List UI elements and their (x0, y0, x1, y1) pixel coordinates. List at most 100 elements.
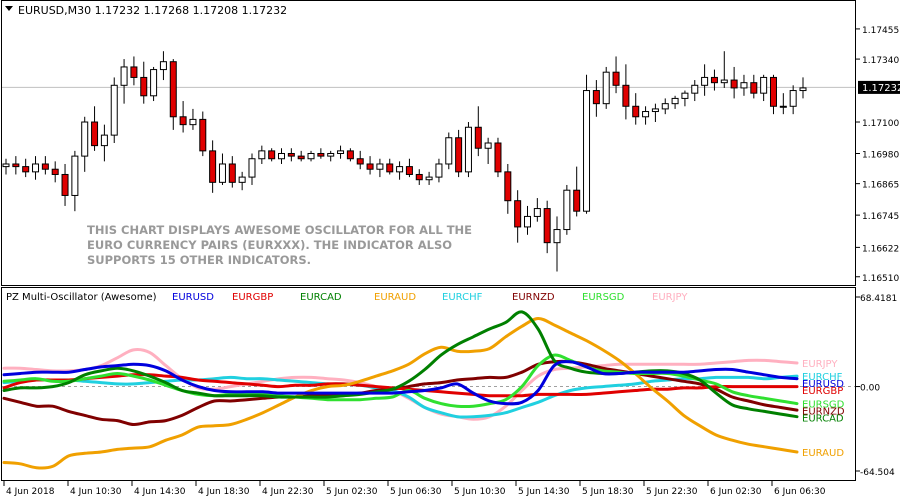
bull-candle-body (81, 121, 89, 157)
bear-candle-body (268, 150, 276, 160)
bull-candle-body (464, 126, 472, 173)
bear-candle-body (51, 168, 59, 175)
bull-candle-body (523, 215, 531, 228)
bear-candle-body (622, 84, 630, 107)
bull-candle-body (691, 84, 699, 94)
time-tick-label: 4 Jun 22:30 (262, 487, 314, 497)
legend-entry-eurnzd: EURNZD (512, 292, 555, 303)
bear-candle-body (22, 166, 30, 173)
price-tick-label: 1.16980 (862, 150, 899, 160)
bear-candle-body (750, 82, 758, 94)
time-tick-label: 4 Jun 10:30 (70, 487, 122, 497)
oscillator-title: PZ Multi-Oscillator (Awesome) (6, 292, 157, 303)
bull-candle-body (337, 150, 345, 154)
bull-candle-body (32, 163, 40, 173)
bull-candle-body (159, 61, 167, 71)
current-price-label: 1.17232 (862, 83, 900, 94)
bear-candle-body (415, 173, 423, 181)
bull-candle-body (661, 103, 669, 110)
bull-candle-body (120, 66, 128, 86)
bull-candle-body (779, 105, 787, 108)
bear-candle-body (179, 116, 187, 126)
bear-candle-body (386, 163, 394, 173)
price-tick-label: 1.17340 (862, 56, 899, 66)
bull-candle-body (799, 87, 807, 92)
bull-candle-body (681, 92, 689, 99)
bear-candle-body (41, 163, 49, 170)
bear-candle-body (12, 163, 20, 168)
bear-candle-body (91, 121, 99, 147)
bear-candle-body (346, 150, 354, 160)
bull-candle-body (396, 166, 404, 173)
bull-candle-body (435, 163, 443, 178)
time-tick-label: 4 Jun 2018 (6, 487, 55, 497)
trading-chart: EURUSD,M30 1.17232 1.17268 1.17208 1.172… (1, 0, 900, 497)
series-end-label-eurcad: EURCAD (802, 414, 844, 425)
bull-candle-body (651, 108, 659, 113)
price-pane: EURUSD,M30 1.17232 1.17268 1.17208 1.172… (1, 0, 900, 286)
series-end-label-eurgbp: EURGBP (802, 386, 843, 397)
bear-candle-body (592, 90, 600, 105)
bear-candle-body (543, 208, 551, 244)
candle (583, 74, 591, 214)
bull-candle-body (307, 152, 315, 160)
bull-candle-body (150, 69, 158, 97)
bear-candle-body (61, 173, 69, 196)
bear-candle-body (494, 142, 502, 173)
bull-candle-body (376, 163, 384, 170)
bear-candle-body (366, 163, 374, 170)
bear-candle-body (474, 126, 482, 149)
bear-candle-body (287, 152, 295, 157)
bull-candle-body (760, 76, 768, 94)
candle (563, 184, 571, 235)
time-tick-label: 6 Jun 06:30 (774, 487, 826, 497)
bull-candle-body (445, 137, 453, 165)
price-tick-label: 1.16745 (862, 212, 899, 222)
bear-candle-body (455, 137, 463, 173)
osc-tick-label: -64.504 (860, 468, 895, 478)
annotation-line-2: EURO CURRENCY PAIRS (EURXXX). THE INDICA… (87, 238, 452, 252)
bull-candle-body (701, 76, 709, 86)
bull-candle-body (740, 82, 748, 89)
legend-entry-eurcad: EURCAD (300, 292, 342, 303)
bull-candle-body (671, 97, 679, 105)
time-tick-label: 4 Jun 18:30 (198, 487, 250, 497)
bear-candle-body (169, 61, 177, 118)
bear-candle-body (573, 189, 581, 212)
time-tick-label: 5 Jun 10:30 (454, 487, 506, 497)
time-tick-label: 4 Jun 14:30 (134, 487, 186, 497)
bear-candle-body (209, 150, 217, 183)
bear-candle-body (769, 76, 777, 107)
bear-candle-body (504, 171, 512, 202)
legend-entry-eursgd: EURSGD (582, 292, 625, 303)
bear-candle-body (405, 166, 413, 175)
bull-candle-body (248, 158, 256, 178)
bull-candle-body (533, 208, 541, 217)
bear-candle-body (710, 76, 718, 84)
candle (602, 66, 610, 109)
bull-candle-body (100, 134, 108, 147)
legend-entry-eurchf: EURCHF (442, 292, 483, 303)
bull-candle-body (218, 163, 226, 183)
oscillator-pane: PZ Multi-Oscillator (Awesome) EURUSD EURG… (1, 287, 897, 481)
bear-candle-body (356, 158, 364, 165)
candle (445, 132, 453, 170)
bear-candle-body (199, 118, 207, 152)
bull-candle-body (189, 118, 197, 126)
price-axis: 1.17455 1.17340 1.17100 1.16980 1.16865 1.167… (856, 26, 899, 284)
bull-candle-body (583, 90, 591, 212)
bear-candle-body (297, 155, 305, 160)
bull-candle-body (425, 176, 433, 181)
annotation-line-3: SUPPORTS 15 OTHER INDICATORS. (87, 253, 311, 267)
price-tick-label: 1.16510 (862, 274, 899, 284)
bear-candle-body (130, 66, 138, 78)
bear-candle-body (632, 105, 640, 118)
candle (494, 137, 502, 178)
bull-candle-body (563, 189, 571, 231)
bull-candle-body (484, 142, 492, 149)
time-axis: 4 Jun 2018 4 Jun 10:30 4 Jun 14:30 4 Jun 18… (3, 481, 826, 497)
price-tick-label: 1.16622 (862, 244, 899, 254)
symbol-header: EURUSD,M30 1.17232 1.17268 1.17208 1.172… (18, 4, 287, 17)
bull-candle-body (278, 152, 286, 160)
time-tick-label: 5 Jun 06:30 (390, 487, 442, 497)
